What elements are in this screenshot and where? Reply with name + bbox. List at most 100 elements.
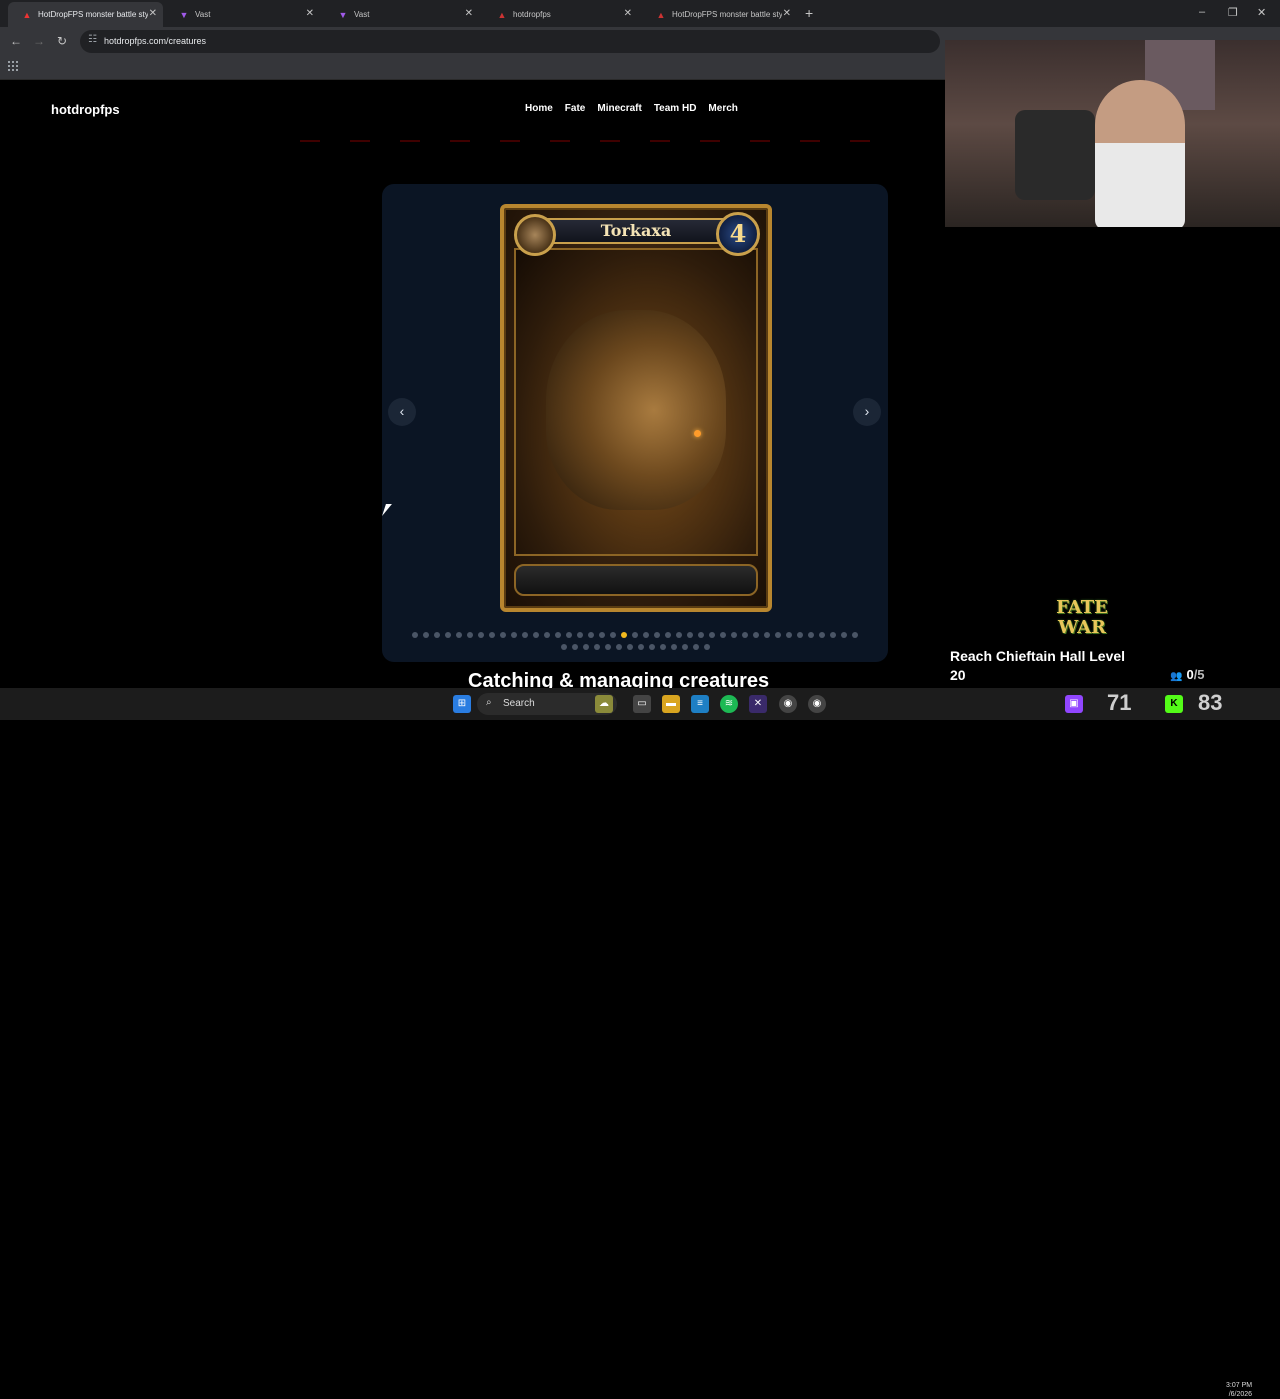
site-logo[interactable]: hotdropfps: [51, 102, 120, 117]
carousel-dot[interactable]: [742, 632, 748, 638]
carousel-dot[interactable]: [621, 632, 627, 638]
nav-team-hd[interactable]: Team HD: [654, 103, 697, 114]
carousel-dot[interactable]: [478, 632, 484, 638]
carousel-dot[interactable]: [511, 632, 517, 638]
back-arrow-icon[interactable]: ←: [10, 34, 22, 48]
taskbar-clock[interactable]: 3:07 PM /6/2026: [1226, 1381, 1252, 1399]
kick-icon[interactable]: K: [1165, 695, 1183, 713]
creature-card[interactable]: Torkaxa 4: [500, 204, 772, 612]
carousel-dot[interactable]: [637, 644, 644, 650]
carousel-dot[interactable]: [577, 632, 583, 638]
restore-button[interactable]: ❐: [1228, 6, 1238, 19]
carousel-dot[interactable]: [819, 632, 825, 638]
window-close-button[interactable]: ✕: [1257, 6, 1266, 19]
carousel-next-button[interactable]: ›: [853, 398, 881, 426]
nav-merch[interactable]: Merch: [708, 103, 737, 114]
carousel-dot[interactable]: [566, 632, 572, 638]
close-icon[interactable]: ✕: [465, 8, 473, 19]
hud-app-icon[interactable]: ✕: [749, 695, 767, 713]
carousel-dot[interactable]: [709, 632, 715, 638]
carousel-dot[interactable]: [841, 632, 847, 638]
minimize-button[interactable]: –: [1199, 6, 1205, 18]
carousel-dot[interactable]: [775, 632, 781, 638]
carousel-dot[interactable]: [632, 632, 638, 638]
carousel-dot[interactable]: [500, 632, 506, 638]
carousel-dot[interactable]: [456, 632, 462, 638]
close-icon[interactable]: ✕: [783, 8, 791, 19]
carousel-dot[interactable]: [731, 632, 737, 638]
tab-hotdropfps-monster-2[interactable]: ▲ HotDropFPS monster battle style ✕: [642, 2, 797, 27]
carousel-dot[interactable]: [753, 632, 759, 638]
apps-grid-icon[interactable]: [8, 61, 18, 71]
carousel-dot[interactable]: [665, 632, 671, 638]
carousel-dot[interactable]: [797, 632, 803, 638]
carousel-dot[interactable]: [445, 632, 451, 638]
file-explorer-icon[interactable]: ▬: [662, 695, 680, 713]
close-icon[interactable]: ✕: [306, 8, 314, 19]
reload-icon[interactable]: ↻: [57, 34, 67, 48]
chrome-profile-icon[interactable]: ◉: [808, 695, 826, 713]
carousel-dot[interactable]: [852, 632, 858, 638]
tab-vast-2[interactable]: ▼ Vast ✕: [324, 2, 479, 27]
carousel-dot[interactable]: [588, 632, 594, 638]
carousel-dot[interactable]: [698, 632, 704, 638]
carousel-dot[interactable]: [659, 644, 666, 650]
carousel-dot[interactable]: [648, 644, 655, 650]
carousel-dot[interactable]: [687, 632, 693, 638]
carousel-dot[interactable]: [692, 644, 699, 650]
widget-icon[interactable]: ☁: [595, 695, 613, 713]
url-text[interactable]: hotdropfps.com/creatures: [104, 36, 206, 46]
carousel-dot[interactable]: [604, 644, 611, 650]
carousel-dot[interactable]: [643, 632, 649, 638]
carousel-dot[interactable]: [593, 644, 600, 650]
spotify-icon[interactable]: ≋: [720, 695, 738, 713]
close-icon[interactable]: ✕: [624, 8, 632, 19]
tab-vast-1[interactable]: ▼ Vast ✕: [165, 2, 320, 27]
carousel-dot[interactable]: [808, 632, 814, 638]
carousel-dot[interactable]: [786, 632, 792, 638]
carousel-prev-button[interactable]: ‹: [388, 398, 416, 426]
notepad-icon[interactable]: ≡: [691, 695, 709, 713]
nav-home[interactable]: Home: [525, 103, 553, 114]
tab-hotdropfps[interactable]: ▲ hotdropfps ✕: [483, 2, 638, 27]
carousel-dot[interactable]: [720, 632, 726, 638]
close-icon[interactable]: ✕: [149, 8, 157, 19]
carousel-dot[interactable]: [544, 632, 550, 638]
carousel-dot[interactable]: [615, 644, 622, 650]
task-view-icon[interactable]: ▭: [633, 695, 651, 713]
nav-minecraft[interactable]: Minecraft: [597, 103, 641, 114]
carousel-dot[interactable]: [703, 644, 710, 650]
carousel-dot[interactable]: [670, 644, 677, 650]
carousel-dot[interactable]: [582, 644, 589, 650]
carousel-dot[interactable]: [764, 632, 770, 638]
site-info-icon[interactable]: ☷: [88, 34, 97, 45]
carousel-dot[interactable]: [676, 632, 682, 638]
carousel-dot[interactable]: [571, 644, 578, 650]
carousel-dot[interactable]: [423, 632, 429, 638]
address-bar[interactable]: ☷ hotdropfps.com/creatures: [80, 30, 940, 53]
carousel-dot[interactable]: [555, 632, 561, 638]
carousel-dot[interactable]: [467, 632, 473, 638]
carousel-dot[interactable]: [522, 632, 528, 638]
carousel-dot[interactable]: [610, 632, 616, 638]
search-icon: ⌕: [486, 697, 492, 708]
carousel-dot[interactable]: [560, 644, 567, 650]
carousel-dot[interactable]: [533, 632, 539, 638]
carousel-dot[interactable]: [489, 632, 495, 638]
carousel-dot[interactable]: [599, 632, 605, 638]
nav-fate[interactable]: Fate: [565, 103, 586, 114]
carousel-dot[interactable]: [434, 632, 440, 638]
clock-time: 3:07 PM: [1226, 1382, 1253, 1389]
tab-hotdropfps-monster-1[interactable]: ▲ HotDropFPS monster battle style ✕: [8, 2, 163, 27]
forward-arrow-icon[interactable]: →: [33, 34, 45, 48]
card-cost: 4: [729, 219, 747, 248]
twitch-icon[interactable]: ▣: [1065, 695, 1083, 713]
carousel-dot[interactable]: [654, 632, 660, 638]
new-tab-button[interactable]: +: [805, 5, 813, 21]
carousel-dot[interactable]: [830, 632, 836, 638]
carousel-dot[interactable]: [626, 644, 633, 650]
carousel-dot[interactable]: [412, 632, 418, 638]
windows-start-icon[interactable]: ⊞: [453, 695, 471, 713]
chrome-icon[interactable]: ◉: [779, 695, 797, 713]
carousel-dot[interactable]: [681, 644, 688, 650]
